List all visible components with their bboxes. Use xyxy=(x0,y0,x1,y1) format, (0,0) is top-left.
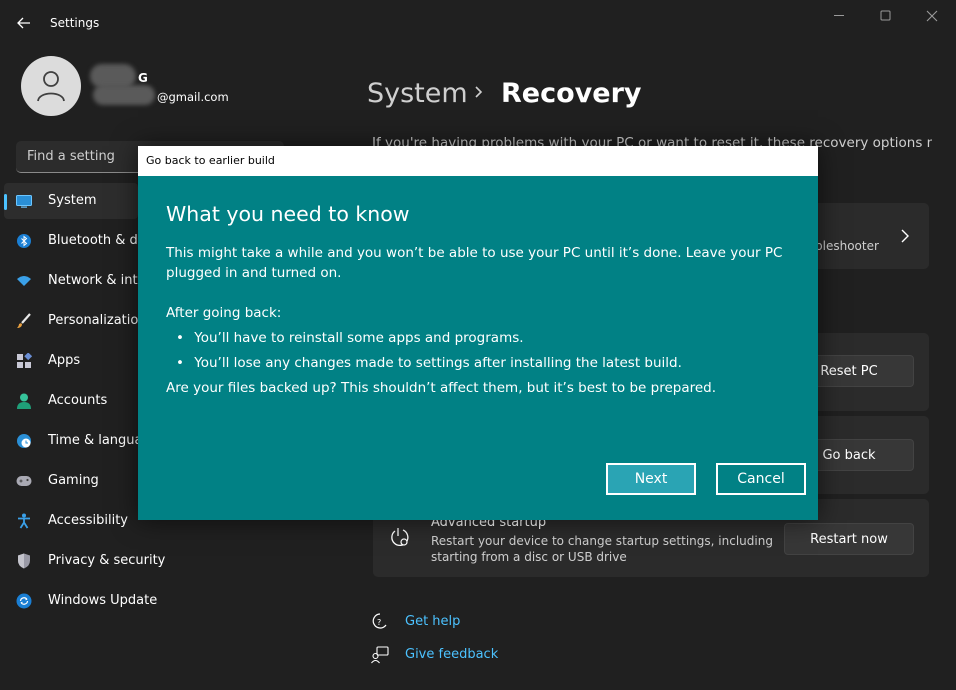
sidebar-item-accessibility[interactable]: Accessibility xyxy=(4,503,138,539)
apps-icon xyxy=(15,353,33,369)
get-help-link[interactable]: Get help xyxy=(405,614,460,629)
redaction-blur xyxy=(93,85,155,105)
sidebar-item-label: Accessibility xyxy=(48,513,128,528)
wifi-icon xyxy=(15,273,33,289)
sidebar-item-time-language[interactable]: Time & language xyxy=(4,423,159,459)
back-button[interactable] xyxy=(10,12,38,34)
selection-indicator xyxy=(4,194,7,210)
sidebar-item-label: Accounts xyxy=(48,393,108,408)
troubleshooter-text: bleshooter xyxy=(815,239,879,253)
page-title: Recovery xyxy=(501,78,642,109)
sidebar-item-label: Privacy & security xyxy=(48,553,166,568)
minimize-icon xyxy=(834,15,844,16)
dialog-bullet: • You’ll have to reinstall some apps and… xyxy=(176,330,524,346)
person-icon xyxy=(15,393,33,409)
shield-icon xyxy=(15,553,33,569)
person-icon xyxy=(37,71,65,102)
restart-now-button[interactable]: Restart now xyxy=(784,523,914,555)
dialog-title: Go back to earlier build xyxy=(146,154,275,167)
dialog-heading: What you need to know xyxy=(166,202,410,226)
sidebar-item-accounts[interactable]: Accounts xyxy=(4,383,138,419)
dialog-after-label: After going back: xyxy=(166,305,282,321)
close-icon xyxy=(926,10,938,22)
dialog-question: Are your files backed up? This shouldn’t… xyxy=(166,380,717,396)
back-arrow-icon xyxy=(17,17,30,29)
advanced-startup-desc-line2: starting from a disc or USB drive xyxy=(431,550,627,564)
breadcrumb-parent[interactable]: System xyxy=(367,78,468,109)
app-title: Settings xyxy=(50,16,100,30)
chevron-right-icon xyxy=(472,82,486,106)
monitor-icon xyxy=(15,193,33,209)
dialog-bullet: • You’ll lose any changes made to settin… xyxy=(176,355,682,371)
advanced-startup-desc-line1: Restart your device to change startup se… xyxy=(431,534,773,548)
chevron-right-icon xyxy=(900,228,910,248)
gamepad-icon xyxy=(15,473,33,489)
sidebar-item-label: Apps xyxy=(48,353,81,368)
bullet-dot: • xyxy=(176,330,184,346)
sidebar-item-label: Personalization xyxy=(48,313,147,328)
bullet-dot: • xyxy=(176,355,184,371)
maximize-icon xyxy=(880,10,891,21)
close-button[interactable] xyxy=(912,6,952,26)
minimize-button[interactable] xyxy=(820,6,860,26)
svg-text:?: ? xyxy=(377,618,381,627)
give-feedback-link[interactable]: Give feedback xyxy=(405,647,498,662)
go-back-dialog: Go back to earlier build What you need t… xyxy=(138,146,818,520)
sidebar-item-network[interactable]: Network & internet xyxy=(4,263,172,299)
search-placeholder: Find a setting xyxy=(27,149,115,164)
sidebar-item-label: Gaming xyxy=(48,473,99,488)
sidebar-item-personalization[interactable]: Personalization xyxy=(4,303,147,339)
next-button[interactable]: Next xyxy=(606,463,696,495)
sidebar-item-privacy[interactable]: Privacy & security xyxy=(4,543,165,579)
help-icon: ? xyxy=(371,613,389,635)
sidebar-item-bluetooth[interactable]: Bluetooth & devices xyxy=(4,223,179,259)
power-settings-icon xyxy=(389,527,411,553)
sidebar-item-system[interactable]: System xyxy=(4,183,138,219)
dialog-titlebar: Go back to earlier build xyxy=(138,146,818,176)
accessibility-icon xyxy=(15,513,33,529)
sidebar-item-label: System xyxy=(48,193,97,208)
bullet-text: You’ll lose any changes made to settings… xyxy=(194,355,682,371)
dialog-paragraph: This might take a while and you won’t be… xyxy=(166,245,783,281)
profile-name: G xyxy=(138,71,148,85)
feedback-icon xyxy=(371,646,389,668)
brush-icon xyxy=(15,313,33,329)
sidebar-item-gaming[interactable]: Gaming xyxy=(4,463,138,499)
maximize-button[interactable] xyxy=(866,6,906,26)
sidebar-item-label: Windows Update xyxy=(48,593,158,608)
avatar[interactable] xyxy=(21,56,81,116)
cancel-button[interactable]: Cancel xyxy=(716,463,806,495)
sidebar-item-apps[interactable]: Apps xyxy=(4,343,138,379)
bullet-text: You’ll have to reinstall some apps and p… xyxy=(194,330,524,346)
globe-clock-icon xyxy=(15,433,33,449)
profile-email: @gmail.com xyxy=(157,90,229,104)
sidebar-item-windows-update[interactable]: Windows Update xyxy=(4,583,157,619)
bluetooth-icon xyxy=(15,233,33,249)
update-icon xyxy=(15,593,33,609)
